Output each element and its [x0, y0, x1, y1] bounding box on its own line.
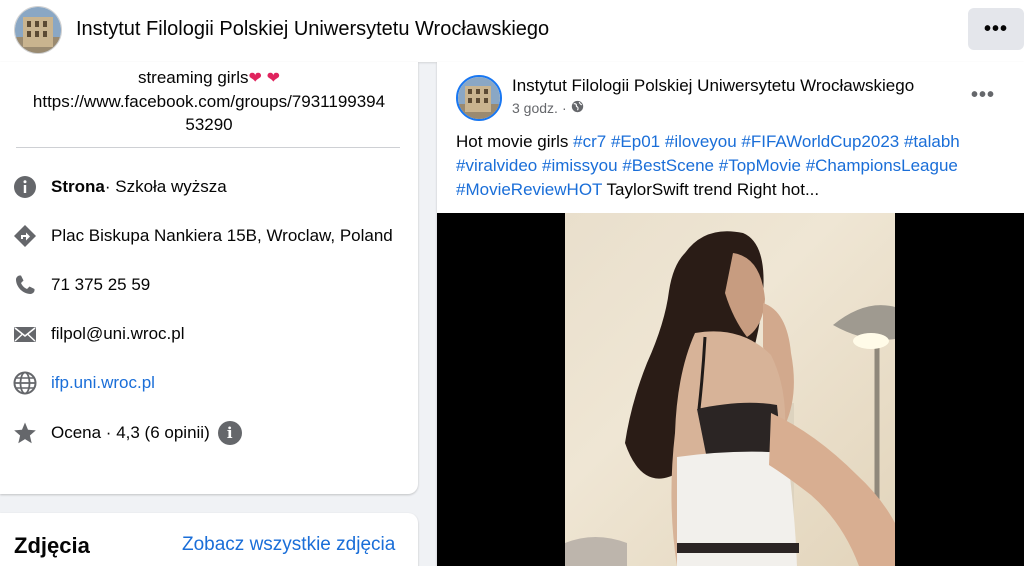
rating-info-icon[interactable]: i — [217, 421, 242, 445]
post-text-end: TaylorSwift trend Right hot... — [602, 180, 820, 199]
meta-separator: · — [561, 100, 567, 116]
post-card: Instytut Filologii Polskiej Uniwersytetu… — [437, 62, 1024, 566]
page-title: Instytut Filologii Polskiej Uniwersytetu… — [76, 18, 550, 40]
info-icon — [12, 174, 38, 200]
phone-icon — [12, 272, 38, 298]
hashtag[interactable]: #imissyou — [542, 156, 618, 175]
post-meta: 3 godz. · — [512, 100, 584, 116]
rating-text: Ocena · 4,3 (6 opinii) — [51, 423, 210, 442]
intro-card: streaming girls❤ ❤ https://www.facebook.… — [0, 62, 418, 494]
website-link[interactable]: ifp.uni.wroc.pl — [51, 373, 155, 393]
post-author-avatar[interactable] — [456, 75, 502, 121]
see-all-photos-link[interactable]: Zobacz wszystkie zdjęcia — [182, 534, 395, 556]
hashtag[interactable]: #TopMovie — [719, 156, 801, 175]
website-row[interactable]: ifp.uni.wroc.pl — [12, 368, 155, 398]
hashtag[interactable]: #ChampionsLeague — [806, 156, 958, 175]
photos-title: Zdjęcia — [14, 533, 90, 558]
post-video[interactable] — [437, 213, 1024, 566]
hashtag[interactable]: #MovieReviewHOT — [456, 180, 602, 199]
address-row[interactable]: Plac Biskupa Nankiera 15B, Wroclaw, Pola… — [12, 221, 393, 251]
bio-line-3: 53290 — [185, 115, 233, 134]
hashtag[interactable]: #iloveyou — [665, 132, 737, 151]
hashtag[interactable]: #cr7 — [573, 132, 606, 151]
more-options-button[interactable]: ••• — [968, 8, 1024, 50]
category-label: Strona — [51, 177, 105, 196]
email-row[interactable]: filpol@uni.wroc.pl — [12, 319, 184, 349]
bio-line-1: streaming girls❤ ❤ — [0, 66, 418, 90]
phone-text: 71 375 25 59 — [51, 275, 151, 294]
page-header: Instytut Filologii Polskiej Uniwersytetu… — [0, 0, 1024, 62]
category-row: Strona · Szkoła wyższa — [12, 172, 227, 202]
post-text-start: Hot movie girls — [456, 132, 574, 151]
bio-line-2: https://www.facebook.com/groups/79311993… — [32, 92, 386, 111]
photos-card: Zdjęcia Zobacz wszystkie zdjęcia — [0, 513, 418, 566]
divider — [16, 147, 400, 148]
globe-icon — [571, 100, 584, 116]
hashtag[interactable]: #Ep01 — [611, 132, 660, 151]
star-icon — [12, 420, 38, 446]
bio-line-1-text: streaming girls — [137, 68, 249, 87]
post-timestamp[interactable]: 3 godz. — [512, 100, 558, 116]
email-text: filpol@uni.wroc.pl — [51, 324, 185, 343]
category-value: · Szkoła wyższa — [104, 177, 227, 196]
envelope-icon — [12, 321, 38, 347]
heart-icon: ❤ — [248, 70, 262, 87]
bio-text: streaming girls❤ ❤ https://www.facebook.… — [0, 66, 418, 136]
video-frame — [565, 213, 895, 566]
post-author-name[interactable]: Instytut Filologii Polskiej Uniwersytetu… — [512, 76, 914, 96]
phone-row[interactable]: 71 375 25 59 — [12, 270, 150, 300]
hashtag[interactable]: #BestScene — [622, 156, 714, 175]
rating-row: Ocena · 4,3 (6 opinii) i — [12, 418, 242, 448]
hashtag[interactable]: #talabh — [904, 132, 960, 151]
post-options-button[interactable]: ••• — [971, 84, 995, 107]
hashtag[interactable]: #viralvideo — [456, 156, 537, 175]
heart-icon: ❤ — [266, 70, 281, 87]
globe-icon — [12, 370, 38, 396]
directions-icon — [12, 223, 38, 249]
address-text: Plac Biskupa Nankiera 15B, Wroclaw, Pola… — [51, 226, 393, 245]
hashtag[interactable]: #FIFAWorldCup2023 — [741, 132, 899, 151]
page-avatar[interactable] — [14, 6, 62, 54]
post-text: Hot movie girls #cr7 #Ep01 #iloveyou #FI… — [456, 130, 1011, 202]
